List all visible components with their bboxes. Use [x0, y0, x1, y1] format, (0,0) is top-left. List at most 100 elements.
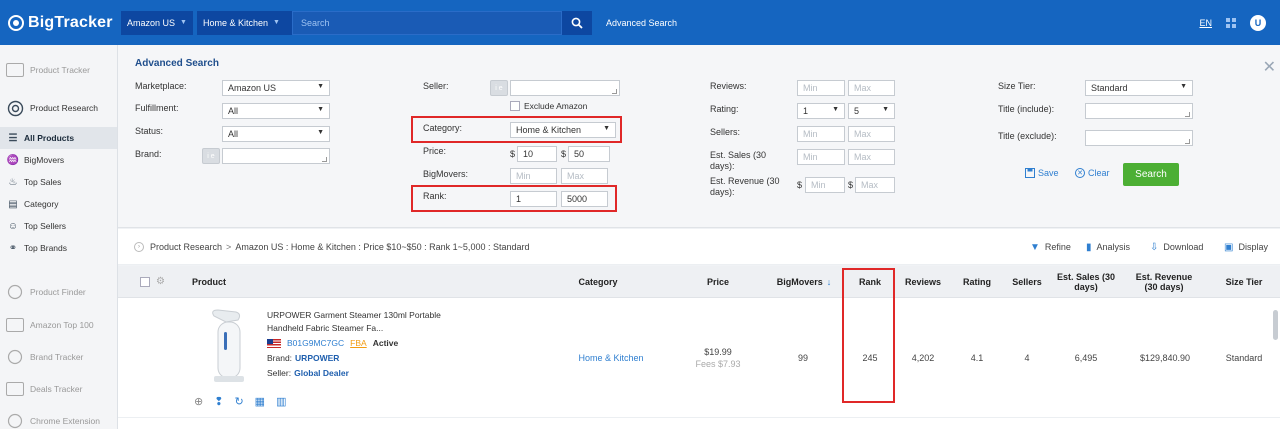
- calculator-icon[interactable]: ▦: [255, 395, 265, 408]
- col-est-revenue[interactable]: Est. Revenue (30 days): [1128, 266, 1200, 298]
- dropdown-arrow-icon: ▼: [882, 106, 889, 113]
- search-submit-button[interactable]: Search: [1123, 163, 1179, 186]
- rank-min-input[interactable]: 1: [510, 191, 557, 207]
- user-avatar[interactable]: U: [1250, 14, 1266, 31]
- title-exclude-input[interactable]: [1085, 130, 1193, 146]
- sidebar-item-label: BigMovers: [24, 155, 65, 165]
- seller-link[interactable]: Global Dealer: [294, 368, 349, 378]
- refine-button[interactable]: ▼ Refine: [1030, 229, 1071, 265]
- price-min-input[interactable]: 10: [517, 146, 557, 162]
- category-select[interactable]: Home & Kitchen ▼: [196, 10, 292, 35]
- close-icon[interactable]: ✕: [1263, 57, 1276, 77]
- sidebar-item-top-brands[interactable]: ⚭ Top Brands: [0, 237, 117, 259]
- bigmovers-min-input[interactable]: Min: [510, 168, 557, 184]
- clear-button[interactable]: ✕ Clear: [1075, 168, 1110, 178]
- cell-sellers: 4: [1024, 353, 1030, 363]
- cell-category[interactable]: Home & Kitchen: [558, 298, 664, 418]
- sellers-min-input[interactable]: Min: [797, 126, 845, 142]
- brand-link[interactable]: URPOWER: [295, 353, 339, 363]
- add-tracker-icon[interactable]: ⊕: [194, 395, 203, 408]
- brand-input[interactable]: [222, 148, 330, 164]
- resize-handle-icon: [1185, 112, 1190, 117]
- sidebar-item-product-tracker[interactable]: Product Tracker: [0, 51, 117, 89]
- asin-link[interactable]: B01G9MC7GC: [287, 338, 344, 348]
- product-research-icon: [6, 100, 24, 116]
- est-sales-max-input[interactable]: Max: [848, 149, 895, 165]
- tag-toggle-icon[interactable]: i e: [490, 80, 508, 96]
- vertical-scrollbar[interactable]: [1273, 310, 1278, 340]
- reviews-min-input[interactable]: Min: [797, 80, 845, 96]
- marketplace-select[interactable]: Amazon US ▼: [121, 10, 193, 35]
- download-button[interactable]: ⇩ Download: [1150, 229, 1203, 265]
- sidebar-item-top-sales[interactable]: ♨ Top Sales: [0, 171, 117, 193]
- top-brands-icon: ⚭: [8, 242, 18, 254]
- reviews-max-input[interactable]: Max: [848, 80, 895, 96]
- sidebar-item-category[interactable]: ▤ Category: [0, 193, 117, 215]
- seller-input[interactable]: [510, 80, 620, 96]
- product-image[interactable]: [196, 306, 244, 386]
- sellers-max-input[interactable]: Max: [848, 126, 895, 142]
- select-all-checkbox[interactable]: [140, 277, 150, 287]
- sidebar-item-label: Top Sellers: [24, 221, 67, 231]
- tag-toggle-icon[interactable]: i e: [202, 148, 220, 164]
- col-product: Product: [191, 277, 226, 287]
- language-switch[interactable]: EN: [1199, 18, 1212, 28]
- sidebar-item-bigmovers[interactable]: ♒ BigMovers: [0, 149, 117, 171]
- resize-handle-icon: [322, 157, 327, 162]
- table-row[interactable]: URPOWER Garment Steamer 130ml Portable H…: [118, 298, 1280, 418]
- panel-title: Advanced Search: [135, 58, 219, 69]
- display-button[interactable]: ▣ Display: [1224, 229, 1268, 265]
- sidebar: Product Tracker Product Research ☰ All P…: [0, 45, 118, 429]
- est-revenue-max-input[interactable]: Max: [855, 177, 895, 193]
- gear-icon[interactable]: ⚙: [156, 276, 165, 287]
- title-include-input[interactable]: [1085, 103, 1193, 119]
- size-tier-select[interactable]: Standard ▼: [1085, 80, 1193, 96]
- status-select[interactable]: All ▼: [222, 126, 330, 142]
- save-button[interactable]: Save: [1025, 168, 1059, 178]
- fulfillment-select[interactable]: All ▼: [222, 103, 330, 119]
- col-est-sales[interactable]: Est. Sales (30 days): [1056, 266, 1116, 298]
- sidebar-item-amazon-top-100[interactable]: Amazon Top 100: [0, 311, 117, 339]
- chevron-right-icon[interactable]: ›: [134, 241, 144, 252]
- apps-grid-icon[interactable]: [1226, 17, 1236, 28]
- product-title[interactable]: URPOWER Garment Steamer 130ml Portable H…: [267, 309, 472, 335]
- refresh-icon[interactable]: ↻: [234, 395, 243, 408]
- sidebar-item-product-research[interactable]: Product Research: [0, 89, 117, 127]
- chart-icon[interactable]: ▥: [276, 395, 286, 408]
- sidebar-item-top-sellers[interactable]: ☺ Top Sellers: [0, 215, 117, 237]
- exclude-amazon-checkbox[interactable]: [510, 101, 520, 111]
- search-button[interactable]: [561, 10, 592, 35]
- col-size-tier[interactable]: Size Tier: [1216, 266, 1272, 298]
- col-rating[interactable]: Rating: [952, 266, 1002, 298]
- rating-min-select[interactable]: 1 ▼: [797, 103, 845, 119]
- footprint-icon[interactable]: ❢: [214, 395, 223, 408]
- select-value: Standard: [1091, 83, 1128, 93]
- advanced-search-link[interactable]: Advanced Search: [606, 18, 677, 28]
- sidebar-item-label: Top Sales: [24, 177, 62, 187]
- sidebar-item-all-products[interactable]: ☰ All Products: [0, 127, 117, 149]
- col-sellers[interactable]: Sellers: [1002, 266, 1052, 298]
- sidebar-item-product-finder[interactable]: Product Finder: [0, 273, 117, 311]
- col-price[interactable]: Price: [688, 266, 748, 298]
- est-sales-min-input[interactable]: Min: [797, 149, 845, 165]
- marketplace-filter-select[interactable]: Amazon US ▼: [222, 80, 330, 96]
- sidebar-item-brand-tracker[interactable]: Brand Tracker: [0, 339, 117, 375]
- analysis-button[interactable]: ▮ Analysis: [1086, 229, 1130, 265]
- col-category[interactable]: Category: [558, 266, 638, 298]
- price-max-input[interactable]: 50: [568, 146, 610, 162]
- sidebar-item-chrome-extension[interactable]: Chrome Extension: [0, 403, 117, 429]
- search-input[interactable]: Search: [291, 10, 562, 35]
- col-reviews[interactable]: Reviews: [898, 266, 948, 298]
- col-bigmovers[interactable]: BigMovers ↓: [766, 266, 842, 298]
- sidebar-item-deals-tracker[interactable]: Deals Tracker: [0, 375, 117, 403]
- sidebar-item-label: All Products: [24, 133, 75, 143]
- breadcrumb-root[interactable]: Product Research: [150, 242, 222, 252]
- search-placeholder: Search: [300, 17, 330, 28]
- rating-max-select[interactable]: 5 ▼: [848, 103, 895, 119]
- bigmovers-max-input[interactable]: Max: [561, 168, 608, 184]
- category-filter-select[interactable]: Home & Kitchen ▼: [510, 122, 616, 138]
- logo-text: BigTracker: [28, 13, 113, 31]
- rank-max-input[interactable]: 5000: [561, 191, 608, 207]
- logo[interactable]: BigTracker: [8, 14, 113, 32]
- est-revenue-min-input[interactable]: Min: [805, 177, 845, 193]
